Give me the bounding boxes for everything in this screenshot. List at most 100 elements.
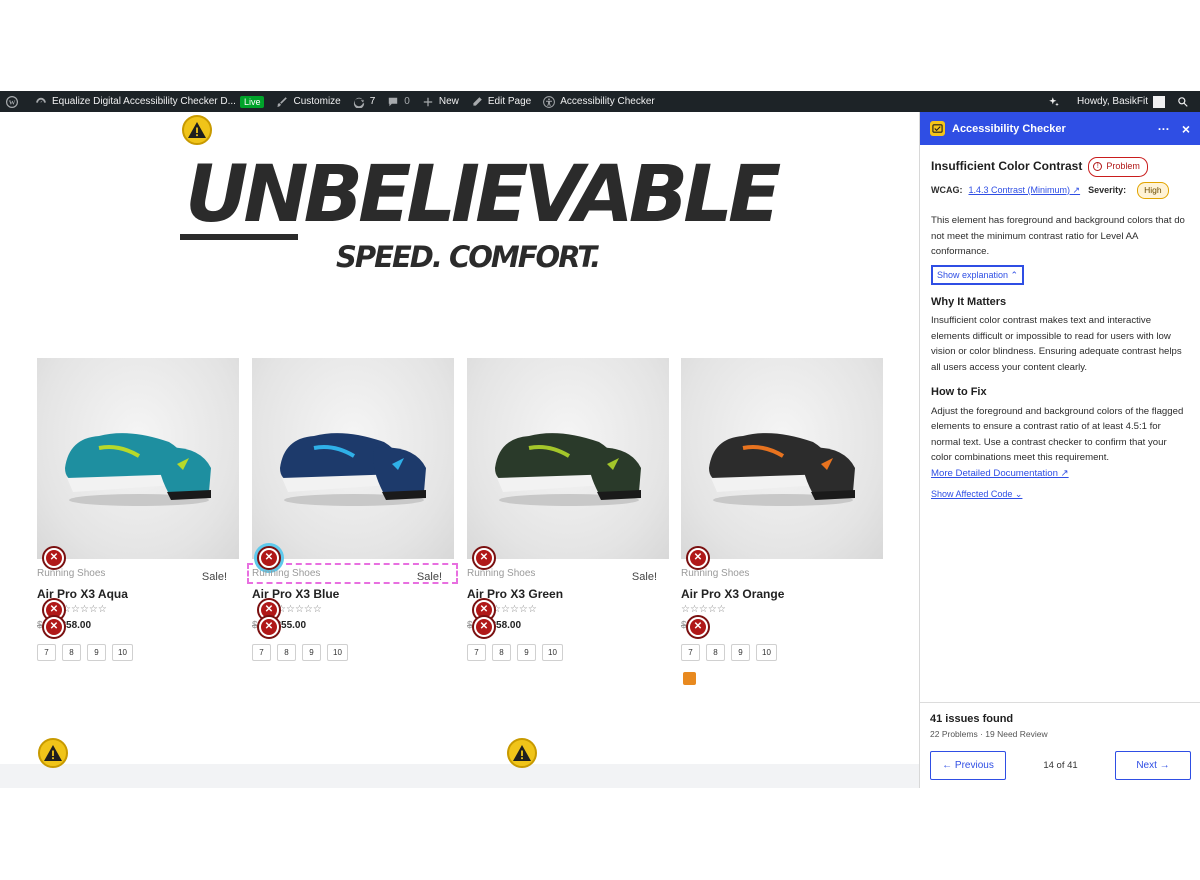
new-content-link[interactable]: New [416,91,465,112]
product-category: Running Shoes [467,568,536,579]
stars: ☆☆☆☆☆ [277,604,322,615]
issue-heading: Insufficient Color Contrast ! Problem [931,157,1189,177]
warning-icon[interactable] [38,738,68,768]
product-image[interactable] [252,358,454,559]
new-label: New [438,96,459,107]
site-name-link[interactable]: Equalize Digital Accessibility Checker D… [29,91,270,112]
size-options: 7 8 9 10 [467,644,563,661]
edit-page-label: Edit Page [487,96,532,107]
search-icon[interactable] [1171,91,1200,112]
next-button[interactable]: Next → [1115,751,1191,780]
product-card[interactable]: ✕ Running Shoes Sale! Air Pro X3 Blue ☆☆… [247,358,458,688]
wcag-link[interactable]: 1.4.3 Contrast (Minimum) ↗ [969,183,1081,199]
footer-strip [0,764,919,788]
product-card[interactable]: ✕ Running Shoes Sale! Air Pro X3 Aqua ☆☆… [37,358,239,688]
plus-icon [423,97,433,106]
brush-icon [277,96,288,107]
comments-link[interactable]: 0 [381,91,416,112]
documentation-link[interactable]: More Detailed Documentation ↗ [931,466,1189,482]
customize-link[interactable]: Customize [270,91,346,112]
severity-label: Severity: [1088,184,1127,195]
ai-sparkle-icon[interactable] [1042,91,1071,112]
product-image[interactable] [37,358,239,559]
color-swatch[interactable] [683,672,696,685]
size-option[interactable]: 7 [467,644,486,661]
updates-link[interactable]: 7 [347,91,382,112]
show-explanation-button[interactable]: Show explanation ⌃ [931,264,1025,285]
my-account-link[interactable]: Howdy, BasikFit [1071,91,1171,112]
live-badge: Live [239,95,265,108]
size-option[interactable]: 10 [112,644,133,661]
accessibility-checker-panel: Accessibility Checker ··· × Insufficient… [919,112,1200,788]
fix-heading: How to Fix [931,386,987,398]
refresh-icon [353,97,364,108]
error-icon[interactable]: ✕ [42,546,66,570]
size-option[interactable]: 7 [37,644,56,661]
size-option[interactable]: 9 [302,644,321,661]
issues-count: 41 issues found [930,713,1014,725]
issue-type-badge: ! Problem [1088,157,1148,177]
svg-text:W: W [9,99,16,106]
issue-meta: WCAG: 1.4.3 Contrast (Minimum) ↗ Severit… [931,181,1189,199]
size-option[interactable]: 9 [731,644,750,661]
why-heading: Why It Matters [931,295,1007,308]
panel-title: Accessibility Checker [952,122,1066,135]
accessibility-checker-link[interactable]: Accessibility Checker [537,91,660,112]
sale-label: Sale! [201,571,227,583]
sale-label: Sale! [416,571,442,583]
size-option[interactable]: 7 [681,644,700,661]
size-option[interactable]: 10 [542,644,563,661]
error-icon[interactable]: ✕ [42,615,66,639]
close-icon[interactable]: × [1182,121,1190,137]
size-option[interactable]: 9 [87,644,106,661]
warning-icon[interactable] [182,115,212,145]
product-image[interactable] [681,358,883,559]
wordpress-logo-icon[interactable]: W [0,91,29,112]
alert-circle-icon: ! [1093,162,1103,172]
wcag-label: WCAG: [931,184,963,195]
issue-title: Insufficient Color Contrast [931,159,1083,173]
issue-type-label: Problem [1106,161,1140,171]
size-option[interactable]: 10 [756,644,777,661]
panel-header: Accessibility Checker ··· × [920,112,1200,145]
shoe-image [280,433,426,506]
size-option[interactable]: 8 [277,644,296,661]
error-icon[interactable]: ✕ [257,615,281,639]
product-image[interactable] [467,358,669,559]
product-name[interactable]: Air Pro X3 Orange [681,587,784,601]
error-icon[interactable]: ✕ [472,546,496,570]
panel-body: Insufficient Color Contrast ! Problem WCA… [920,145,1200,513]
product-card[interactable]: ✕ Running Shoes Sale! Air Pro X3 Green ☆… [467,358,669,688]
why-text: Insufficient color contrast makes text a… [931,315,1182,373]
size-option[interactable]: 7 [252,644,271,661]
comment-icon [389,97,398,106]
stars: ☆☆☆☆☆ [62,604,107,615]
size-option[interactable]: 8 [706,644,725,661]
hero-title: UNBELIEVABLE [185,150,781,240]
comments-count: 0 [404,96,410,107]
size-option[interactable]: 10 [327,644,348,661]
size-option[interactable]: 9 [517,644,536,661]
error-icon[interactable]: ✕ [686,615,710,639]
product-category: Running Shoes [681,568,750,579]
previous-button[interactable]: ← Previous [930,751,1006,780]
error-icon[interactable]: ✕ [686,546,710,570]
error-icon[interactable]: ✕ [472,615,496,639]
show-affected-code-link[interactable]: Show Affected Code ⌄ [931,487,1189,503]
size-option[interactable]: 8 [492,644,511,661]
warning-icon[interactable] [507,738,537,768]
size-option[interactable]: 8 [62,644,81,661]
stars: ☆☆☆☆☆ [681,604,726,615]
edit-page-link[interactable]: Edit Page [465,91,537,112]
issues-breakdown: 22 Problems · 19 Need Review [930,729,1048,739]
error-icon-selected[interactable]: ✕ [257,546,281,570]
shoe-image [495,433,641,506]
sale-label: Sale! [631,571,657,583]
shoe-image [65,433,211,506]
site-name: Equalize Digital Accessibility Checker D… [52,96,236,107]
page-preview: UNBELIEVABLE SPEED. COMFORT. ✕ Running S… [0,112,919,788]
product-card[interactable]: ✕ Running Shoes Air Pro X3 Orange ☆☆☆☆☆ … [681,358,883,688]
more-options-icon[interactable]: ··· [1158,122,1170,136]
updates-count: 7 [369,96,376,107]
hero-underline [180,234,298,240]
